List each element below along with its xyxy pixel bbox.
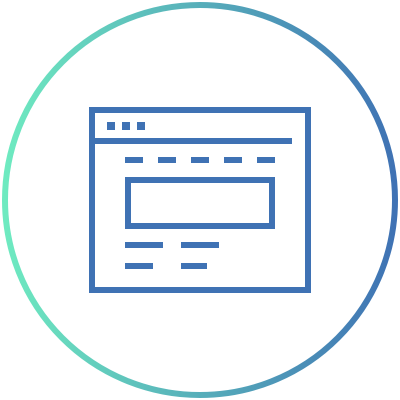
- text-line: [125, 263, 153, 269]
- gradient-ring: [2, 2, 398, 398]
- text-line: [181, 242, 219, 248]
- text-line: [181, 263, 207, 269]
- window-dot-icon: [122, 122, 130, 130]
- browser-window-icon: [2, 2, 398, 398]
- nav-dash: [158, 157, 176, 163]
- nav-dash: [224, 157, 242, 163]
- window-dot-icon: [107, 122, 115, 130]
- window-dot-icon: [137, 122, 145, 130]
- text-line: [125, 242, 163, 248]
- nav-dash: [191, 157, 209, 163]
- nav-dash: [257, 157, 275, 163]
- icon-canvas: [0, 0, 400, 400]
- nav-dash: [125, 157, 143, 163]
